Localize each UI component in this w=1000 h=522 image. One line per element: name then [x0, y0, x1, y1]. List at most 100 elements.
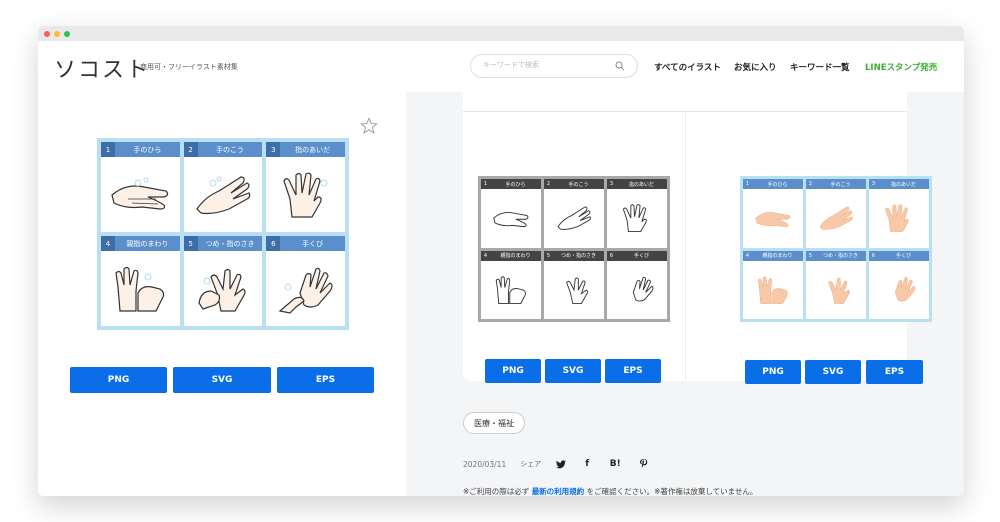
step-title: つめ・指のさき — [560, 253, 596, 259]
back-of-hand-icon — [819, 206, 853, 230]
mono-png-download-button[interactable]: PNG — [485, 359, 541, 383]
step-number: 5 — [546, 252, 551, 259]
category-tag[interactable]: 医療・福祉 — [463, 412, 525, 434]
fingertips-icon — [828, 277, 850, 304]
color-eps-download-button[interactable]: EPS — [866, 360, 923, 384]
between-fingers-icon — [283, 172, 328, 218]
back-of-hand-icon — [557, 206, 591, 231]
step-number: 1 — [745, 181, 750, 187]
maximize-window-button[interactable] — [64, 30, 70, 37]
thumb-cell: 5 つめ・指のさき — [544, 250, 604, 319]
step-title: 親指のまわり — [126, 239, 169, 248]
title-bar — [38, 26, 964, 41]
step-number: 3 — [609, 181, 614, 187]
color-svg-download-button[interactable]: SVG — [805, 360, 861, 384]
thumb-twist-icon — [495, 276, 526, 304]
svg-download-button[interactable]: SVG — [173, 367, 271, 393]
search-input[interactable] — [483, 61, 603, 69]
thumb-cell: 2 手のこう — [806, 179, 866, 248]
post-date: 2020/03/11 — [463, 459, 507, 469]
mono-svg-download-button[interactable]: SVG — [545, 359, 601, 383]
nav-keyword-list[interactable]: キーワード一覧 — [790, 61, 850, 73]
site-header: ソコスト 商用可・フリーイラスト素材集 すべてのイラスト お気に入り キーワード… — [38, 41, 964, 92]
usage-notice: ※ご利用の際は必ず 最新の利用規約 をご確認ください。※著作権は放棄していません… — [463, 486, 757, 496]
minimize-window-button[interactable] — [54, 30, 60, 37]
step-number: 2 — [183, 142, 198, 157]
favorite-star-icon[interactable] — [360, 117, 378, 135]
step-number: 1 — [483, 181, 488, 187]
step-cell: 6 手くび — [266, 236, 345, 326]
notice-prefix: ※ご利用の際は必ず — [463, 487, 530, 496]
handwash-illustration: 1 手のひら 2 手のこう 3 指のあいだ 4 親指のまわり 5 つめ・指のさき… — [97, 138, 349, 330]
step-number: 2 — [546, 181, 551, 187]
pinterest-icon[interactable] — [637, 459, 649, 469]
step-number: 4 — [745, 252, 750, 259]
thumb-cell: 4 親指のまわり — [743, 250, 803, 319]
step-cell: 4 親指のまわり — [101, 236, 180, 326]
step-number: 4 — [101, 236, 115, 251]
step-title: 手くび — [633, 253, 649, 259]
step-title: つめ・指のさき — [822, 253, 858, 259]
step-number: 5 — [808, 252, 813, 259]
thumb-cell: 1 手のひら — [743, 179, 803, 248]
step-title: 手のこう — [830, 181, 851, 188]
step-title: 手のこう — [568, 181, 589, 188]
thumb-twist-icon — [757, 276, 788, 304]
fingertips-icon — [566, 277, 588, 304]
palms-hand-icon — [493, 212, 529, 228]
hatena-bookmark-icon[interactable]: B! — [607, 459, 623, 469]
facebook-icon[interactable]: f — [581, 459, 593, 469]
step-cell: 1 手のひら — [101, 142, 180, 232]
thumb-cell: 3 指のあいだ — [607, 179, 667, 248]
between-fingers-icon — [885, 204, 909, 233]
step-title: 指のあいだ — [628, 181, 654, 188]
step-title: 手くび — [895, 253, 911, 259]
step-title: 指のあいだ — [890, 181, 916, 188]
thumb-cell: 6 手くび — [607, 250, 667, 319]
nav-favorites[interactable]: お気に入り — [734, 61, 777, 73]
monochrome-variant-thumbnail[interactable]: 1 手のひら 2 手のこう 3 指のあいだ 4 親指のまわり 5 つめ・指のさき 6 手くび — [478, 176, 670, 322]
step-title: つめ・指のさき — [205, 239, 255, 248]
step-number: 6 — [266, 236, 281, 251]
wrist-icon — [632, 276, 654, 302]
search-icon[interactable] — [615, 61, 625, 71]
notice-suffix: をご確認ください。※著作権は放棄していません。 — [586, 487, 758, 496]
step-number: 6 — [609, 252, 614, 259]
fingertips-icon — [198, 268, 246, 312]
palms-hand-icon — [755, 212, 791, 228]
png-download-button[interactable]: PNG — [70, 367, 167, 393]
site-logo[interactable]: ソコスト — [54, 52, 150, 84]
nav-all-illustrations[interactable]: すべてのイラスト — [654, 61, 721, 73]
thumb-cell: 4 親指のまわり — [481, 250, 541, 319]
color-variant-thumbnail[interactable]: 1 手のひら 2 手のこう 3 指のあいだ 4 親指のまわり 5 つめ・指のさき 6 手くび — [740, 176, 932, 322]
step-title: 指のあいだ — [295, 145, 331, 154]
color-png-download-button[interactable]: PNG — [745, 360, 801, 384]
mono-eps-download-button[interactable]: EPS — [605, 359, 661, 383]
share-label: シェア — [520, 460, 542, 468]
step-number: 3 — [266, 142, 281, 157]
step-cell: 3 指のあいだ — [266, 142, 345, 232]
post-meta: 2020/03/11 シェア f B! — [463, 459, 649, 469]
twitter-icon[interactable] — [555, 459, 567, 469]
wrist-icon — [894, 276, 916, 302]
card-divider — [685, 112, 686, 381]
terms-link[interactable]: 最新の利用規約 — [532, 487, 585, 496]
browser-window: ソコスト 商用可・フリーイラスト素材集 すべてのイラスト お気に入り キーワード… — [38, 26, 964, 496]
eps-download-button[interactable]: EPS — [277, 367, 374, 393]
search-box[interactable] — [470, 54, 638, 78]
variations-area: 1 手のひら 2 手のこう 3 指のあいだ 4 親指のまわり 5 つめ・指のさき 6 手くび… — [406, 92, 964, 496]
step-title: 手のひら — [767, 181, 788, 188]
wrist-icon — [278, 267, 333, 314]
step-number: 2 — [808, 181, 813, 187]
step-title: 手のこう — [215, 145, 244, 154]
thumb-cell: 2 手のこう — [544, 179, 604, 248]
main-illustration-panel: 1 手のひら 2 手のこう 3 指のあいだ 4 親指のまわり 5 つめ・指のさき… — [38, 92, 406, 496]
thumb-cell: 1 手のひら — [481, 179, 541, 248]
thumb-cell: 3 指のあいだ — [869, 179, 929, 248]
step-number: 3 — [871, 181, 876, 187]
step-number: 4 — [483, 252, 488, 259]
close-window-button[interactable] — [44, 30, 50, 37]
step-cell: 5 つめ・指のさき — [183, 236, 263, 326]
nav-line-stamps[interactable]: LINEスタンプ発売 — [865, 61, 937, 73]
between-fingers-icon — [622, 204, 647, 233]
